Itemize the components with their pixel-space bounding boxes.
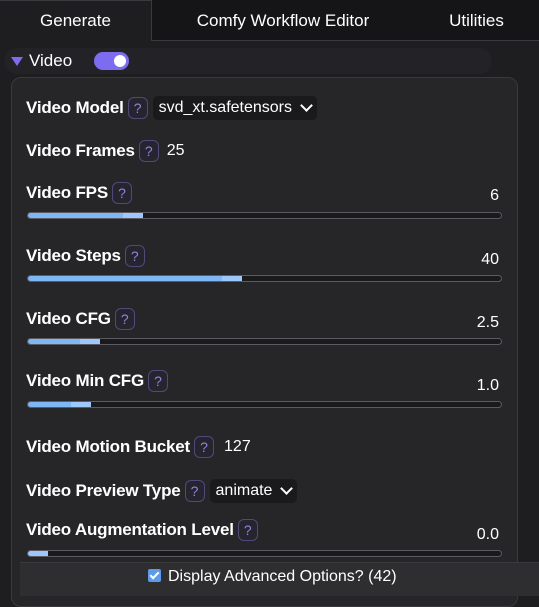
slider-thumb[interactable] <box>70 402 91 407</box>
video-fps-slider[interactable] <box>27 212 502 219</box>
toggle-knob <box>114 55 126 67</box>
video-cfg-label: Video CFG <box>26 309 111 328</box>
slider-thumb[interactable] <box>221 276 242 281</box>
slider-fill <box>28 213 123 218</box>
video-preview-type-select[interactable]: animate <box>209 479 298 503</box>
help-icon[interactable]: ? <box>138 140 159 162</box>
help-icon[interactable]: ? <box>127 97 148 119</box>
video-motion-bucket-label: Video Motion Bucket <box>26 437 191 456</box>
video-model-select[interactable]: svd_xt.safetensors <box>152 96 318 120</box>
video-min-cfg-slider[interactable] <box>27 401 502 408</box>
video-steps-row: Video Steps ? <box>26 245 145 267</box>
video-min-cfg-label: Video Min CFG <box>26 371 144 390</box>
video-preview-type-row: Video Preview Type ? animate <box>26 479 298 503</box>
help-icon[interactable]: ? <box>184 480 205 502</box>
video-fps-label: Video FPS <box>26 183 108 202</box>
tab-utilities[interactable]: Utilities <box>414 0 539 41</box>
tab-generate[interactable]: Generate <box>0 0 152 41</box>
advanced-options-label[interactable]: Display Advanced Options? (42) <box>168 568 397 586</box>
video-model-value: svd_xt.safetensors <box>158 99 293 116</box>
chevron-down-icon[interactable] <box>11 57 23 66</box>
video-fps-value[interactable]: 6 <box>490 187 499 205</box>
tab-bar: Generate Comfy Workflow Editor Utilities <box>0 0 539 41</box>
video-steps-label: Video Steps <box>26 246 121 265</box>
video-model-row: Video Model ? svd_xt.safetensors <box>26 96 318 120</box>
video-preview-type-value: animate <box>215 482 273 499</box>
video-cfg-value[interactable]: 2.5 <box>477 314 499 332</box>
video-motion-bucket-value[interactable]: 127 <box>224 438 251 456</box>
slider-fill <box>28 339 81 344</box>
help-icon[interactable]: ? <box>124 245 145 267</box>
chevron-down-icon <box>300 98 313 112</box>
video-augmentation-level-row: Video Augmentation Level ? <box>26 519 258 541</box>
help-icon[interactable]: ? <box>114 308 135 330</box>
help-icon[interactable]: ? <box>237 519 258 541</box>
tab-comfy-workflow-editor[interactable]: Comfy Workflow Editor <box>152 0 414 41</box>
slider-thumb[interactable] <box>28 551 48 556</box>
slider-thumb[interactable] <box>122 213 143 218</box>
video-fps-row: Video FPS ? <box>26 182 132 204</box>
video-frames-value[interactable]: 25 <box>167 142 185 160</box>
chevron-down-icon <box>280 481 294 495</box>
slider-fill <box>28 402 71 407</box>
video-augmentation-level-value[interactable]: 0.0 <box>477 526 499 544</box>
slider-thumb[interactable] <box>80 339 101 344</box>
video-min-cfg-row: Video Min CFG ? <box>26 370 168 392</box>
slider-fill <box>28 276 222 281</box>
video-toggle[interactable] <box>94 52 129 70</box>
help-icon[interactable]: ? <box>194 436 215 458</box>
video-model-label: Video Model <box>26 98 124 117</box>
video-augmentation-level-slider[interactable] <box>27 550 502 557</box>
video-motion-bucket-row: Video Motion Bucket ? 127 <box>26 436 251 458</box>
video-frames-label: Video Frames <box>26 141 135 160</box>
help-icon[interactable]: ? <box>111 182 132 204</box>
video-steps-value[interactable]: 40 <box>481 251 499 269</box>
video-augmentation-level-label: Video Augmentation Level <box>26 520 234 539</box>
video-group-header[interactable]: Video <box>4 48 492 74</box>
group-title: Video <box>29 51 73 70</box>
video-cfg-slider[interactable] <box>27 338 502 345</box>
tab-divider <box>152 40 539 41</box>
help-icon[interactable]: ? <box>147 370 168 392</box>
video-min-cfg-value[interactable]: 1.0 <box>477 377 499 395</box>
video-preview-type-label: Video Preview Type <box>26 481 181 500</box>
video-steps-slider[interactable] <box>27 275 502 282</box>
advanced-options-checkbox[interactable] <box>148 569 161 582</box>
video-cfg-row: Video CFG ? <box>26 308 135 330</box>
video-frames-row: Video Frames ? 25 <box>26 140 185 162</box>
advanced-options-bar: Display Advanced Options? (42) <box>20 562 539 596</box>
